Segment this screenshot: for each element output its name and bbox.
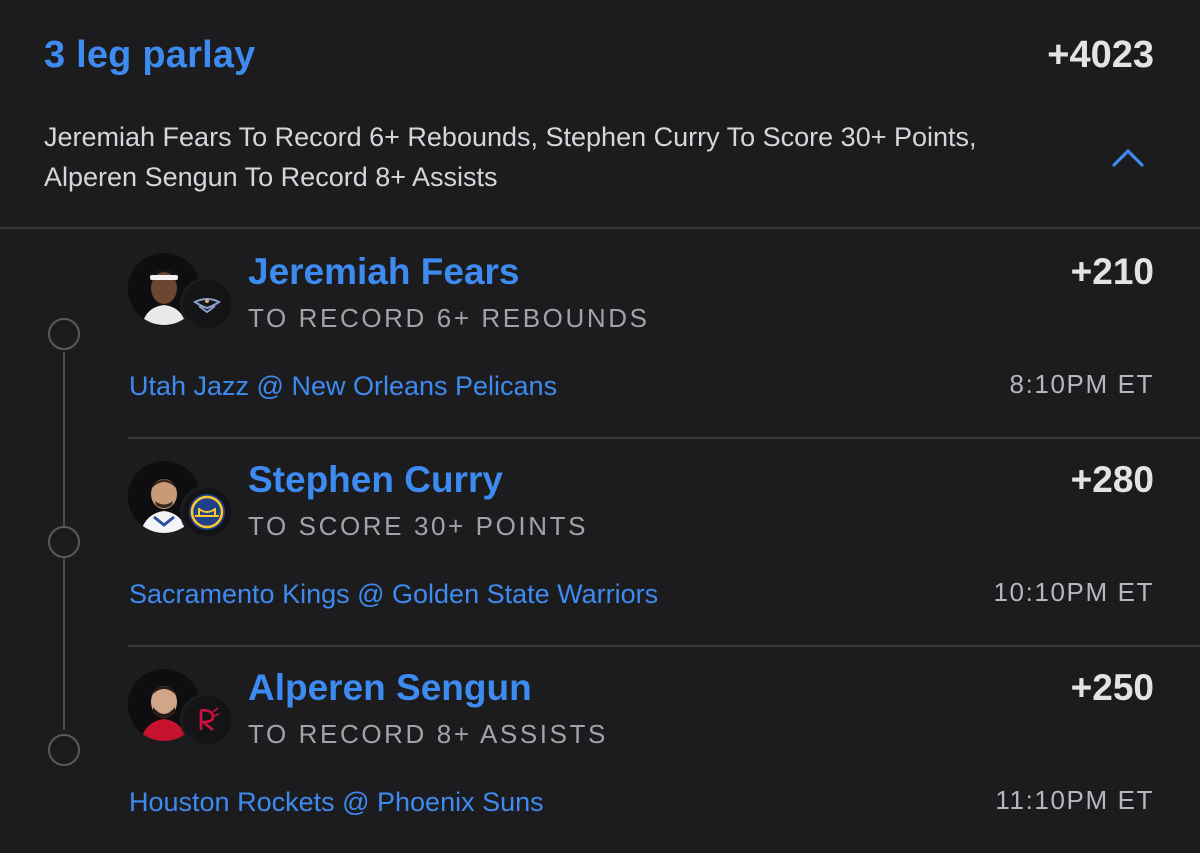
parlay-leg: Alperen Sengun +250 TO RECORD 8+ ASSISTS…	[0, 645, 1200, 853]
game-time: 8:10PM ET	[1009, 369, 1154, 399]
parlay-odds: +4023	[1047, 34, 1154, 76]
leg-market: TO RECORD 6+ REBOUNDS	[248, 303, 650, 333]
parlay-leg: Jeremiah Fears +210 TO RECORD 6+ REBOUND…	[0, 229, 1200, 437]
player-name[interactable]: Stephen Curry	[248, 459, 503, 501]
parlay-title: 3 leg parlay	[44, 34, 256, 76]
chevron-up-icon	[1112, 149, 1144, 167]
game-matchup-link[interactable]: Utah Jazz @ New Orleans Pelicans	[129, 371, 557, 402]
leg-divider	[128, 437, 1200, 439]
pelicans-logo-icon	[193, 298, 221, 314]
team-logo	[180, 693, 234, 747]
team-logo	[180, 277, 234, 331]
leg-odds: +210	[1070, 251, 1154, 292]
player-name[interactable]: Jeremiah Fears	[248, 251, 520, 293]
rockets-logo-icon	[199, 707, 220, 732]
leg-odds: +250	[1070, 667, 1154, 708]
warriors-logo-icon	[189, 494, 225, 530]
game-time: 10:10PM ET	[993, 577, 1154, 607]
leg-divider	[128, 645, 1200, 647]
team-logo	[180, 485, 234, 539]
parlay-leg: Stephen Curry +280 TO SCORE 30+ POINTS S…	[0, 437, 1200, 645]
game-matchup-link[interactable]: Houston Rockets @ Phoenix Suns	[129, 787, 544, 818]
leg-odds: +280	[1070, 459, 1154, 500]
player-name[interactable]: Alperen Sengun	[248, 667, 532, 709]
parlay-summary: Jeremiah Fears To Record 6+ Rebounds, St…	[44, 122, 977, 192]
game-time: 11:10PM ET	[995, 785, 1154, 815]
parlay-card: 3 leg parlay +4023 Jeremiah Fears To Rec…	[0, 0, 1200, 850]
leg-market: TO RECORD 8+ ASSISTS	[248, 719, 609, 749]
collapse-button[interactable]	[1106, 140, 1150, 176]
leg-market: TO SCORE 30+ POINTS	[248, 511, 589, 541]
game-matchup-link[interactable]: Sacramento Kings @ Golden State Warriors	[129, 579, 658, 610]
